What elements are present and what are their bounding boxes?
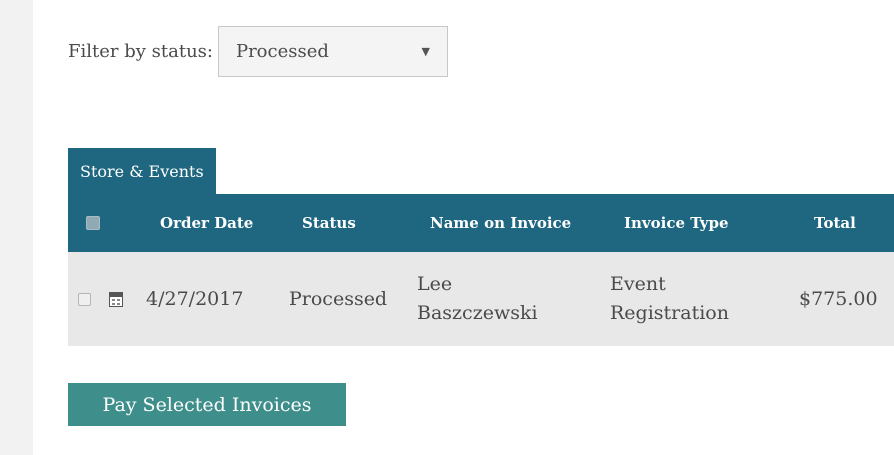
calendar-icon	[109, 291, 123, 307]
column-header-order-date[interactable]: Order Date	[160, 194, 253, 252]
filter-label: Filter by status:	[68, 41, 213, 62]
status-filter-value: Processed	[235, 41, 329, 62]
cell-invoice-type: Event Registration	[610, 252, 729, 346]
row-select-checkbox[interactable]	[78, 252, 91, 346]
cell-order-date: 4/27/2017	[146, 288, 244, 310]
cell-status: Processed	[289, 288, 388, 310]
invoices-table: Order Date Status Name on Invoice Invoic…	[68, 194, 894, 346]
pay-selected-invoices-button[interactable]: Pay Selected Invoices	[68, 383, 346, 426]
cell-type-line1: Event	[610, 273, 666, 295]
cell-name-line2: Baszczewski	[417, 302, 538, 324]
table-header-row: Order Date Status Name on Invoice Invoic…	[68, 194, 894, 252]
column-header-name[interactable]: Name on Invoice	[430, 194, 571, 252]
column-header-invoice-type[interactable]: Invoice Type	[624, 194, 729, 252]
chevron-down-icon: ▼	[421, 45, 430, 58]
invoices-panel: Filter by status: Processed ▼ Store & Ev…	[68, 0, 894, 455]
left-margin-strip	[0, 0, 33, 455]
select-all-checkbox[interactable]	[86, 194, 100, 252]
checkbox-icon	[78, 292, 91, 306]
cell-type-line2: Registration	[610, 302, 729, 324]
status-filter-row: Filter by status: Processed ▼	[68, 26, 448, 77]
tab-label: Store & Events	[80, 161, 204, 181]
checkbox-icon	[86, 216, 100, 230]
table-row: 4/27/2017 Processed Lee Baszczewski Even…	[68, 252, 894, 346]
tab-store-events[interactable]: Store & Events	[68, 148, 216, 194]
column-header-total[interactable]: Total	[814, 194, 856, 252]
column-header-status[interactable]: Status	[302, 194, 356, 252]
status-filter-select[interactable]: Processed ▼	[217, 26, 448, 77]
invoice-detail-button[interactable]	[109, 252, 123, 346]
cell-name: Lee Baszczewski	[417, 252, 538, 346]
cell-total: $775.00	[799, 288, 878, 310]
cell-name-line1: Lee	[417, 273, 453, 295]
